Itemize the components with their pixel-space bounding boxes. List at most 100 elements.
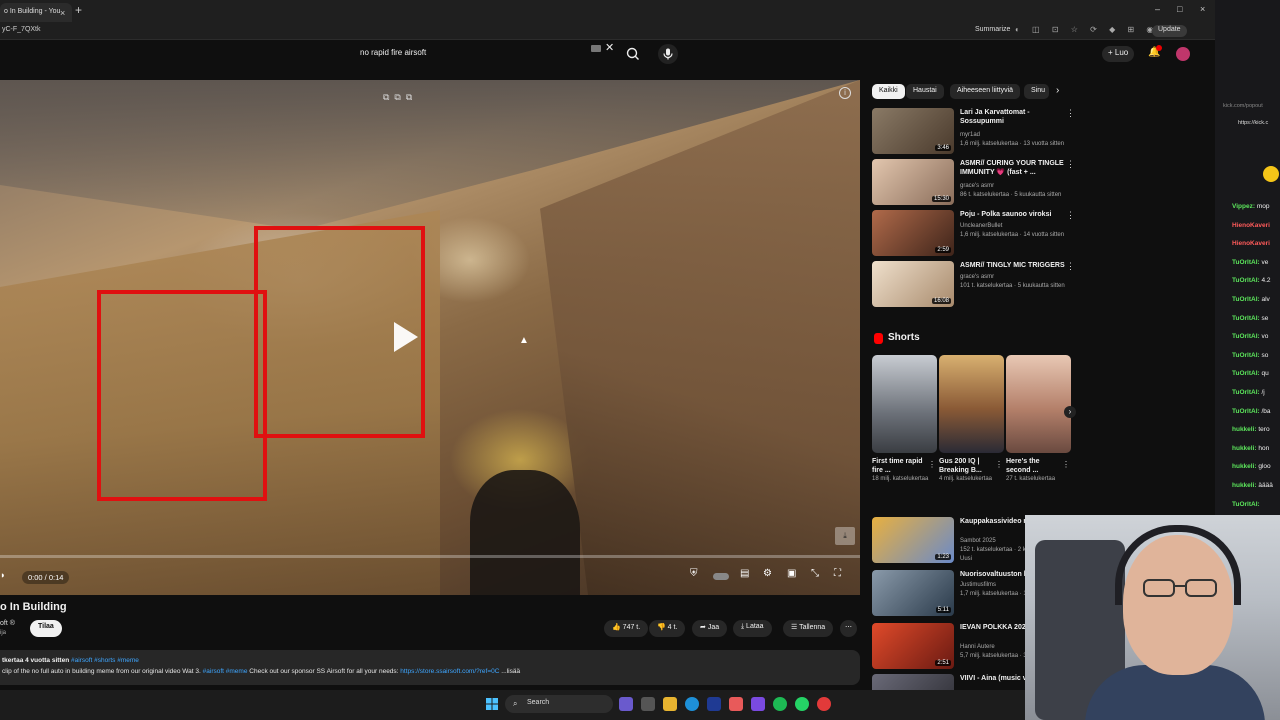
chip-search[interactable]: Haustai bbox=[906, 84, 944, 99]
chat-username[interactable]: TuOrltAI: bbox=[1232, 352, 1260, 359]
more-vert-icon[interactable]: ⋮ bbox=[1066, 261, 1075, 272]
clear-search-icon[interactable]: ✕ bbox=[605, 41, 614, 54]
video-player[interactable]: ⧉⧉⧉ i ▲ ⤓ ◗ 0:00 / 0:14 ⛨ ▤ ⚙ ▣ ⤡ ⛶ bbox=[0, 80, 860, 595]
microphone-icon[interactable] bbox=[658, 44, 678, 64]
description-hashtags[interactable]: #airsoft #shorts #meme bbox=[71, 657, 139, 664]
settings-gear-icon[interactable]: ⚙ bbox=[763, 568, 772, 579]
more-actions-button[interactable]: ⋯ bbox=[840, 620, 857, 637]
fullscreen-icon[interactable]: ⛶ bbox=[834, 568, 841, 579]
windows-start-icon[interactable] bbox=[486, 698, 498, 710]
more-vert-icon[interactable]: ⋮ bbox=[995, 460, 1003, 469]
recommendation-item[interactable]: 16:08 ASMR// TINGLY MIC TRIGGERS grace's… bbox=[872, 261, 1077, 309]
search-input[interactable]: no rapid fire airsoft bbox=[352, 46, 620, 66]
chat-username[interactable]: TuOrltAI: bbox=[1232, 370, 1260, 377]
recommendation-title[interactable]: ASMR// TINGLY MIC TRIGGERS bbox=[960, 261, 1065, 270]
recommendation-title[interactable]: Poju - Polka saunoo viroksi bbox=[960, 210, 1065, 219]
maximize-icon[interactable]: □ bbox=[1177, 4, 1182, 14]
chip-for-you[interactable]: Sinu bbox=[1024, 84, 1049, 99]
recommendation-channel[interactable]: Sambot 2025 bbox=[960, 538, 996, 544]
chat-username[interactable]: TuOrltAI: bbox=[1232, 259, 1260, 266]
recommendation-thumbnail[interactable]: 15:30 bbox=[872, 159, 954, 205]
recommendation-channel[interactable]: UncleanerBullet bbox=[960, 223, 1002, 229]
recommendation-thumbnail[interactable]: 2:51 bbox=[872, 623, 954, 669]
chrome-icon[interactable] bbox=[817, 697, 831, 711]
player-overlay-icons[interactable]: ⧉⧉⧉ bbox=[383, 92, 417, 103]
theater-mode-icon[interactable]: ⤡ bbox=[811, 568, 819, 579]
autoplay-toggle[interactable] bbox=[713, 573, 729, 580]
chat-username[interactable]: hukkeli: bbox=[1232, 426, 1257, 433]
create-button[interactable]: + Luo bbox=[1102, 46, 1135, 62]
recommendation-title[interactable]: ASMR// CURING YOUR TINGLE IMMUNITY 💗 (fa… bbox=[960, 159, 1065, 177]
new-tab-icon[interactable]: + bbox=[75, 3, 82, 17]
chevron-right-icon[interactable]: › bbox=[1056, 85, 1059, 96]
chat-username[interactable]: TuOrltAI: bbox=[1232, 408, 1260, 415]
share-button[interactable]: ➦ Jaa bbox=[692, 620, 728, 637]
chat-username[interactable]: TuOrltAI: bbox=[1232, 296, 1260, 303]
endcard-icon[interactable]: ⤓ bbox=[835, 527, 855, 545]
play-icon[interactable] bbox=[378, 316, 430, 358]
recommendation-thumbnail[interactable]: 3:46 bbox=[872, 108, 954, 154]
chat-username[interactable]: hukkeli: bbox=[1232, 482, 1257, 489]
teams-icon[interactable] bbox=[619, 697, 633, 711]
more-vert-icon[interactable]: ⋮ bbox=[1066, 108, 1075, 119]
short-thumbnail[interactable] bbox=[872, 355, 937, 453]
recommendation-title[interactable]: Lari Ja Karvattomat - Sossupummi bbox=[960, 108, 1065, 126]
short-title[interactable]: Here's the second ... bbox=[1006, 457, 1061, 475]
description-inline-tags[interactable]: #airsoft #meme bbox=[203, 668, 248, 675]
progress-bar[interactable] bbox=[0, 555, 860, 558]
recommendation-channel[interactable]: grace's asmr bbox=[960, 274, 994, 280]
more-vert-icon[interactable]: ⋮ bbox=[928, 460, 936, 469]
subtitles-icon[interactable]: ▤ bbox=[740, 568, 749, 579]
user-avatar[interactable] bbox=[1176, 47, 1190, 61]
recommendation-channel[interactable]: myr1ad bbox=[960, 132, 980, 138]
short-thumbnail[interactable] bbox=[939, 355, 1004, 453]
short-title[interactable]: First time rapid fire ... bbox=[872, 457, 927, 475]
chat-username[interactable]: TuOrltAI: bbox=[1232, 315, 1260, 322]
browser-tab[interactable]: o In Building - You × bbox=[0, 3, 72, 22]
chat-username[interactable]: TuOrltAI: bbox=[1232, 389, 1260, 396]
short-thumbnail[interactable] bbox=[1006, 355, 1071, 453]
keyboard-icon[interactable] bbox=[591, 45, 601, 52]
short-item[interactable]: Here's the second ... 27 t. katselukerta… bbox=[1006, 355, 1071, 483]
tab-close-icon[interactable]: × bbox=[60, 8, 65, 18]
chat-username[interactable]: TuOrltAI: bbox=[1232, 501, 1260, 508]
task-view-icon[interactable] bbox=[641, 697, 655, 711]
minimize-icon[interactable]: – bbox=[1155, 4, 1160, 14]
close-window-icon[interactable]: × bbox=[1200, 4, 1205, 14]
more-vert-icon[interactable]: ⋮ bbox=[1066, 159, 1075, 170]
miniplayer-icon[interactable]: ▣ bbox=[787, 568, 796, 579]
channel-name[interactable]: oft ® bbox=[0, 620, 15, 627]
taskbar-search[interactable]: ⌕ Search bbox=[505, 695, 613, 713]
more-vert-icon[interactable]: ⋮ bbox=[1062, 460, 1070, 469]
recommendation-channel[interactable]: Justimusfilms bbox=[960, 582, 996, 588]
recommendation-thumbnail[interactable]: 2:59 bbox=[872, 210, 954, 256]
recommendation-item[interactable]: 15:30 ASMR// CURING YOUR TINGLE IMMUNITY… bbox=[872, 159, 1077, 207]
description-box[interactable]: tkertaa 4 vuotta sitten #airsoft #shorts… bbox=[0, 650, 860, 685]
miniplayer-shield-icon[interactable]: ⛨ bbox=[690, 568, 698, 579]
recommendation-channel[interactable]: grace's asmr bbox=[960, 183, 994, 189]
save-button[interactable]: ☰ Tallenna bbox=[783, 620, 834, 637]
recommendation-thumbnail[interactable]: 5:11 bbox=[872, 570, 954, 616]
chat-username[interactable]: hukkeli: bbox=[1232, 463, 1257, 470]
recommendation-item[interactable]: 2:59 Poju - Polka saunoo viroksi Unclean… bbox=[872, 210, 1077, 258]
recommendation-thumbnail[interactable]: 1:23 bbox=[872, 517, 954, 563]
chat-username[interactable]: HienoKaveri bbox=[1232, 222, 1270, 229]
file-explorer-icon[interactable] bbox=[663, 697, 677, 711]
update-button[interactable]: Update bbox=[1152, 25, 1187, 37]
show-more-link[interactable]: ...lisää bbox=[501, 668, 520, 675]
whatsapp-icon[interactable] bbox=[795, 697, 809, 711]
spotify-icon[interactable] bbox=[773, 697, 787, 711]
volume-icon[interactable]: ◗ bbox=[0, 570, 5, 580]
chat-username[interactable]: Vippez: bbox=[1232, 203, 1255, 210]
like-button[interactable]: 👍 747 t. bbox=[604, 620, 649, 637]
chat-username[interactable]: TuOrltAI: bbox=[1232, 277, 1260, 284]
address-bar[interactable]: yC-F_7QXtk Summarize ◐ ◫ ⊡ ☆ ⟳ ◆ ⊞ ◉ Upd… bbox=[0, 22, 1215, 40]
download-button[interactable]: ⤓ Lataa bbox=[733, 620, 772, 637]
recommendation-item[interactable]: 3:46 Lari Ja Karvattomat - Sossupummi my… bbox=[872, 108, 1077, 156]
subscribe-button[interactable]: Tilaa bbox=[30, 620, 62, 637]
search-icon[interactable] bbox=[624, 45, 642, 63]
recommendation-thumbnail[interactable]: 16:08 bbox=[872, 261, 954, 307]
url-text[interactable]: yC-F_7QXtk bbox=[2, 26, 41, 33]
short-item[interactable]: Gus 200 IQ | Breaking B... 4 milj. katse… bbox=[939, 355, 1004, 483]
summarize-button[interactable]: Summarize bbox=[975, 26, 1010, 33]
